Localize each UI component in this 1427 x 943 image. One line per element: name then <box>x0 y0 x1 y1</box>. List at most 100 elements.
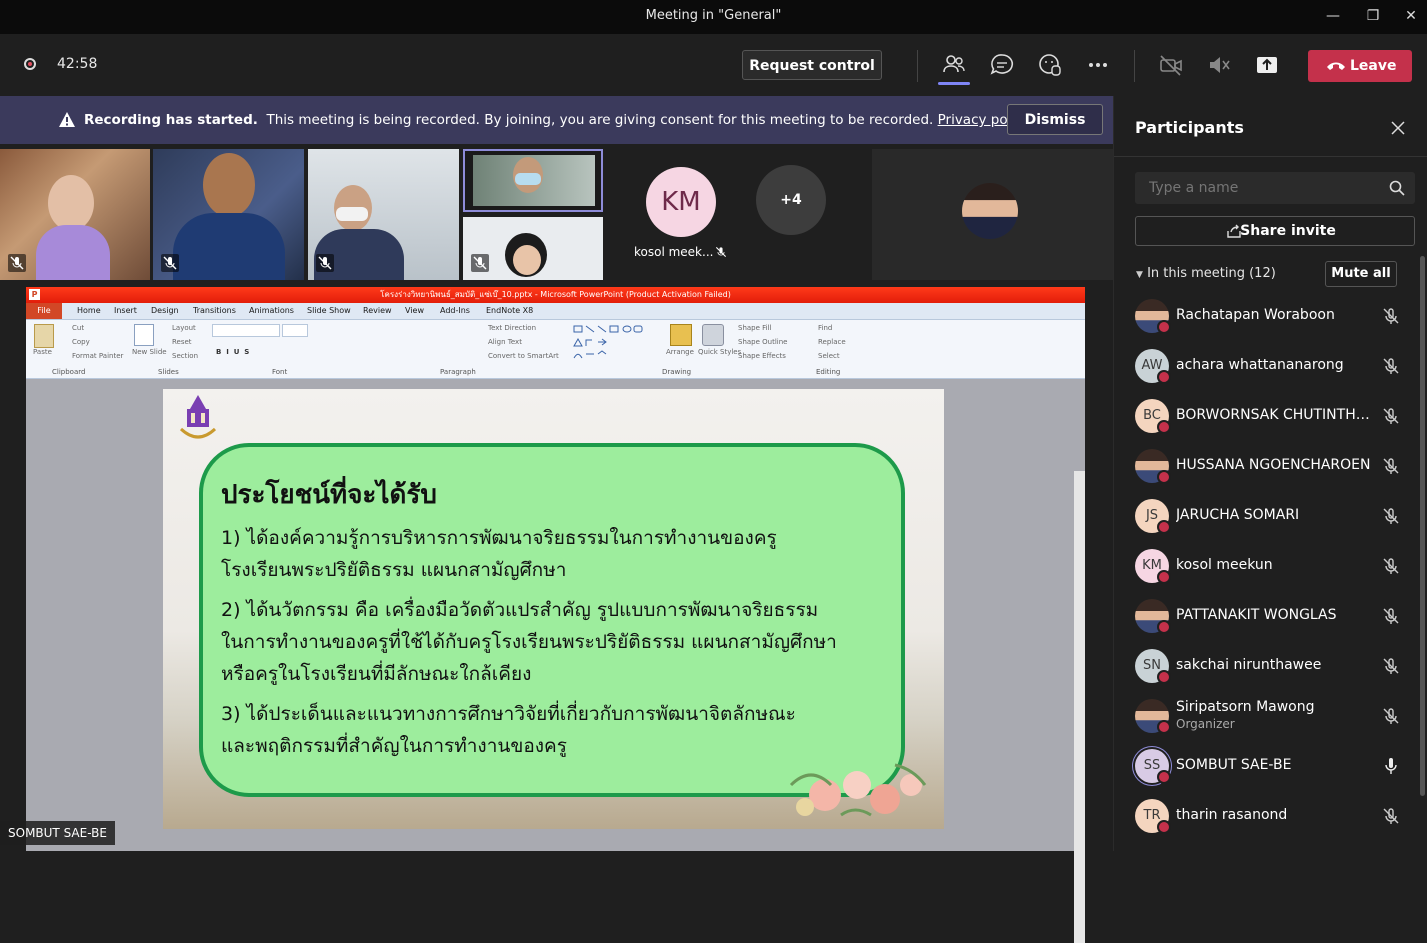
find-label[interactable]: Find <box>818 324 832 332</box>
share-invite-button[interactable]: Share invite <box>1135 216 1415 246</box>
font-size-box[interactable] <box>282 324 308 337</box>
text-direction-label[interactable]: Text Direction <box>488 324 536 332</box>
participant-row[interactable]: BC BORWORNSAK CHUTINTHAR... <box>1135 394 1411 438</box>
layout-label[interactable]: Layout <box>172 324 196 332</box>
participants-icon[interactable] <box>941 52 967 78</box>
participant-name: PATTANAKIT WONGLAS <box>1176 607 1337 623</box>
ppt-tab-home[interactable]: Home <box>77 306 101 315</box>
ppt-tab-insert[interactable]: Insert <box>114 306 137 315</box>
close-panel-icon[interactable] <box>1390 120 1406 136</box>
arrange-label[interactable]: Arrange <box>666 348 694 356</box>
participant-row[interactable]: AW achara whattananarong <box>1135 344 1411 388</box>
section-label[interactable]: Section <box>172 352 198 360</box>
mic-off-icon[interactable] <box>1381 556 1401 576</box>
mic-off-icon[interactable] <box>1381 306 1401 326</box>
mic-off-icon[interactable] <box>1381 356 1401 376</box>
new-slide-label[interactable]: New Slide <box>132 348 167 356</box>
replace-label[interactable]: Replace <box>818 338 846 346</box>
mic-off-icon[interactable] <box>1381 656 1401 676</box>
mic-off-icon[interactable] <box>1381 506 1401 526</box>
participant-row[interactable]: Siripatsorn Mawong Organizer <box>1135 694 1411 738</box>
participant-row[interactable]: Rachatapan Woraboon <box>1135 294 1411 338</box>
format-painter-label[interactable]: Format Painter <box>72 352 123 360</box>
video-tile-participant-1[interactable] <box>0 149 150 280</box>
status-badge <box>1157 320 1171 334</box>
shape-effects-label[interactable]: Shape Effects <box>738 352 786 360</box>
mic-off-icon[interactable] <box>1381 456 1401 476</box>
raise-hand-icon[interactable] <box>1037 52 1063 78</box>
ppt-tab-transitions[interactable]: Transitions <box>193 306 236 315</box>
powerpoint-window: P โครงร่างวิทยานิพนธ์_สมบัติ_แซ่เบ๊_10.p… <box>26 287 1085 943</box>
arrange-icon[interactable] <box>670 324 692 346</box>
ppt-tab-review[interactable]: Review <box>363 306 392 315</box>
dismiss-button[interactable]: Dismiss <box>1007 104 1103 135</box>
font-name-box[interactable] <box>212 324 280 337</box>
reset-label[interactable]: Reset <box>172 338 192 346</box>
current-slide[interactable]: ประโยชน์ที่จะได้รับ 1) ได้องค์ความรู้การ… <box>163 389 944 829</box>
ppt-tab-view[interactable]: View <box>405 306 424 315</box>
shape-outline-label[interactable]: Shape Outline <box>738 338 787 346</box>
restore-icon[interactable]: ❐ <box>1362 6 1384 26</box>
mic-off-icon[interactable] <box>1381 806 1401 826</box>
video-tile-participant-3[interactable] <box>308 149 459 280</box>
ppt-file-tab[interactable]: File <box>26 303 62 319</box>
more-participants-badge[interactable]: +4 <box>756 165 826 235</box>
participant-row[interactable]: HUSSANA NGOENCHAROEN <box>1135 444 1411 488</box>
shape-fill-label[interactable]: Shape Fill <box>738 324 772 332</box>
search-input[interactable] <box>1147 179 1381 197</box>
banner-text: This meeting is being recorded. By joini… <box>266 112 934 128</box>
ppt-tab-endnote[interactable]: EndNote X8 <box>486 306 533 315</box>
ribbon-group-editing: Editing <box>816 368 841 376</box>
video-tile-active-speaker[interactable] <box>463 149 603 212</box>
participant-row[interactable]: SS SOMBUT SAE-BE <box>1135 744 1411 788</box>
participant-row[interactable]: TR tharin rasanond <box>1135 794 1411 838</box>
mic-off-icon[interactable] <box>1381 706 1401 726</box>
quick-styles-icon[interactable] <box>702 324 724 346</box>
search-icon[interactable] <box>1389 180 1405 196</box>
more-options-icon[interactable] <box>1085 52 1111 78</box>
paste-icon[interactable] <box>34 324 54 348</box>
minimize-icon[interactable]: — <box>1322 6 1344 26</box>
cut-label[interactable]: Cut <box>72 324 84 332</box>
chat-icon[interactable] <box>989 52 1015 78</box>
leave-button[interactable]: Leave <box>1308 50 1412 82</box>
participant-row[interactable]: SN sakchai nirunthawee <box>1135 644 1411 688</box>
video-tile-participant-5[interactable] <box>463 217 603 280</box>
mute-all-button[interactable]: Mute all <box>1325 261 1397 287</box>
participant-mask <box>515 173 541 185</box>
new-slide-icon[interactable] <box>134 324 154 346</box>
copy-label[interactable]: Copy <box>72 338 90 346</box>
request-control-button[interactable]: Request control <box>742 50 882 80</box>
panel-scrollbar[interactable] <box>1420 256 1425 796</box>
quick-styles-label[interactable]: Quick Styles <box>698 348 741 356</box>
speaker-muted-icon[interactable] <box>1206 52 1232 78</box>
bold-icon[interactable]: B I U S <box>216 348 249 356</box>
mic-on-icon[interactable] <box>1381 756 1401 776</box>
mic-off-icon[interactable] <box>1381 606 1401 626</box>
convert-smartart-label[interactable]: Convert to SmartArt <box>488 352 559 360</box>
align-text-label[interactable]: Align Text <box>488 338 522 346</box>
ppt-vertical-scrollbar[interactable] <box>1074 471 1085 943</box>
video-tile-overflow[interactable]: +4 <box>756 149 868 280</box>
video-tile-kosol[interactable]: KM kosol meek... <box>606 149 754 280</box>
participant-name: sakchai nirunthawee <box>1176 657 1322 673</box>
ppt-tab-add-ins[interactable]: Add-Ins <box>440 306 470 315</box>
participant-row[interactable]: KM kosol meekun <box>1135 544 1411 588</box>
participant-row[interactable]: PATTANAKIT WONGLAS <box>1135 594 1411 638</box>
ppt-tab-animations[interactable]: Animations <box>249 306 294 315</box>
camera-off-icon[interactable] <box>1158 52 1184 78</box>
ppt-tab-slide-show[interactable]: Slide Show <box>307 306 351 315</box>
share-screen-icon[interactable] <box>1254 52 1280 78</box>
video-tile-participant-2[interactable] <box>153 149 304 280</box>
ppt-tab-design[interactable]: Design <box>151 306 179 315</box>
slide-line-5: หรือครูในโรงเรียนที่มีลักษณะใกล้เคียง <box>221 663 532 685</box>
video-tile-self[interactable] <box>872 149 1113 280</box>
paste-label[interactable]: Paste <box>33 348 52 356</box>
select-label[interactable]: Select <box>818 352 840 360</box>
mic-off-icon[interactable] <box>1381 406 1401 426</box>
participant-row[interactable]: JS JARUCHA SOMARI <box>1135 494 1411 538</box>
shapes-gallery-icon[interactable] <box>572 324 658 362</box>
close-window-icon[interactable]: ✕ <box>1400 6 1422 26</box>
participant-initials: SS <box>1143 758 1161 773</box>
in-meeting-section-header[interactable]: ▼ In this meeting (12) <box>1136 266 1276 281</box>
